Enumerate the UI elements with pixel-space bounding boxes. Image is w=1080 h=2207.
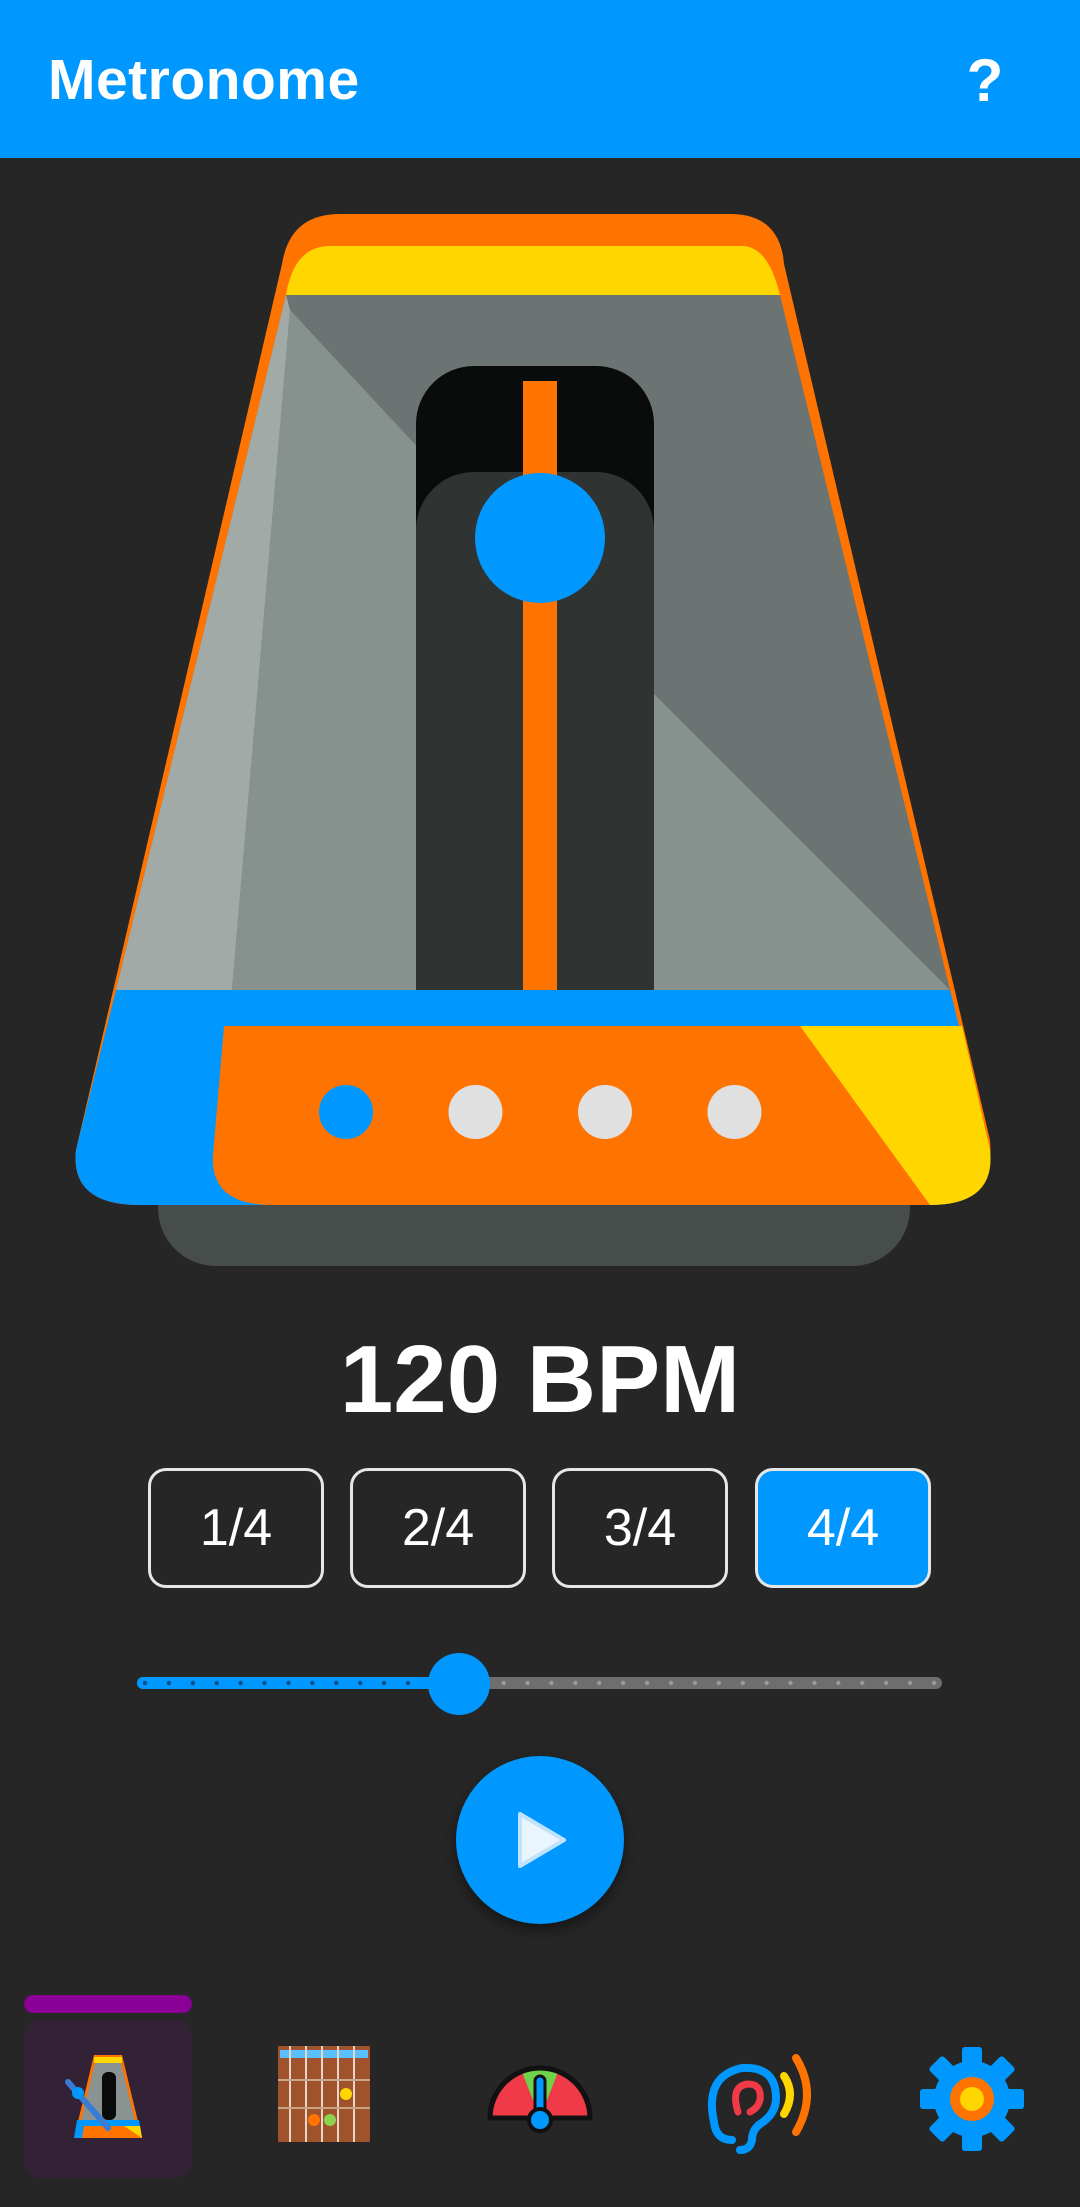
beat-indicator-dot xyxy=(448,1085,503,1139)
play-icon xyxy=(518,1812,566,1868)
beat-indicator-dot xyxy=(707,1085,762,1139)
slider-tick xyxy=(931,1680,937,1686)
slider-tick xyxy=(310,1680,315,1686)
slider-tick xyxy=(262,1680,267,1686)
slider-tick xyxy=(788,1680,793,1686)
nav-tab-settings[interactable] xyxy=(888,2020,1056,2178)
pendulum-weight xyxy=(475,473,605,603)
play-button[interactable] xyxy=(456,1756,624,1924)
slider-tick xyxy=(597,1680,602,1686)
ear-icon xyxy=(707,2054,811,2154)
nav-tab-ear-training[interactable] xyxy=(672,2020,840,2178)
tempo-slider-ticks xyxy=(142,1680,937,1686)
metronome-illustration xyxy=(0,158,1080,1288)
slider-tick xyxy=(812,1680,817,1686)
slider-tick xyxy=(860,1680,865,1686)
slider-tick xyxy=(286,1680,291,1686)
time-signature-3-4-button[interactable]: 3/4 xyxy=(552,1468,728,1588)
slider-tick xyxy=(142,1680,148,1686)
beat-indicator-dot xyxy=(319,1085,373,1139)
nav-active-indicator xyxy=(24,1995,192,2013)
slider-tick xyxy=(644,1680,650,1686)
metronome-top-cap xyxy=(286,246,780,295)
slider-tick xyxy=(764,1680,769,1686)
help-button[interactable]: ? xyxy=(940,36,1030,126)
slider-tick xyxy=(716,1680,722,1686)
slider-tick xyxy=(620,1680,626,1686)
nav-tab-metronome[interactable] xyxy=(24,2020,192,2178)
time-signature-4-4-button[interactable]: 4/4 xyxy=(755,1468,931,1588)
slider-tick xyxy=(549,1680,554,1686)
bpm-display: 120 BPM xyxy=(339,1326,741,1433)
app-title: Metronome xyxy=(48,48,360,112)
slider-tick xyxy=(381,1680,387,1686)
slider-tick xyxy=(405,1680,411,1686)
guitar-fretboard-icon xyxy=(278,2046,370,2142)
nav-tab-tuner[interactable] xyxy=(456,2020,624,2178)
beat-indicator-dot xyxy=(578,1085,632,1139)
slider-tick xyxy=(883,1680,889,1686)
time-signature-2-4-button[interactable]: 2/4 xyxy=(350,1468,526,1588)
slider-tick xyxy=(190,1680,196,1686)
slider-tick xyxy=(214,1680,219,1686)
nav-tab-chords[interactable] xyxy=(240,2020,408,2178)
slider-tick xyxy=(334,1680,339,1686)
slider-tick xyxy=(238,1680,243,1686)
slider-tick xyxy=(525,1680,530,1686)
metronome-icon xyxy=(65,2055,142,2138)
slider-tick xyxy=(668,1680,674,1686)
tempo-slider-track[interactable] xyxy=(137,1677,942,1689)
gear-icon xyxy=(920,2047,1024,2151)
slider-tick xyxy=(357,1680,363,1686)
time-signature-1-4-button[interactable]: 1/4 xyxy=(148,1468,324,1588)
slider-tick xyxy=(740,1680,745,1686)
app-bar: Metronome ? xyxy=(0,0,1080,158)
slider-tick xyxy=(836,1680,841,1686)
slider-tick xyxy=(501,1680,506,1686)
slider-tick xyxy=(166,1680,172,1686)
tuner-gauge-icon xyxy=(487,2065,593,2133)
metronome-drawing xyxy=(75,214,991,1266)
slider-tick xyxy=(573,1680,578,1686)
tempo-slider-thumb[interactable] xyxy=(428,1653,490,1715)
slider-tick xyxy=(692,1680,698,1686)
slider-tick xyxy=(907,1680,913,1686)
bottom-navigation xyxy=(0,1990,1080,2207)
